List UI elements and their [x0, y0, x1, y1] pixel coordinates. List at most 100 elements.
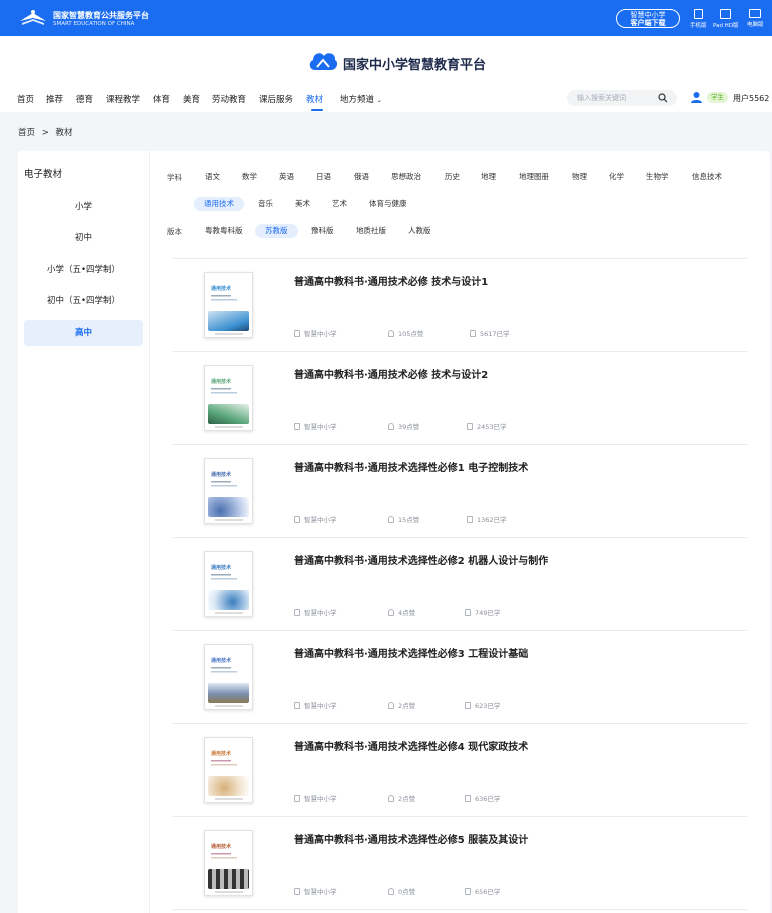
sidebar-item-junior[interactable]: 初中	[24, 225, 143, 251]
book-item[interactable]: 通用技术 普通高中教科书·通用技术选择性必修3 工程设计基础 智慧中小学 2点赞…	[173, 630, 747, 723]
sidebar-item-primary-54[interactable]: 小学（五•四学制）	[24, 257, 143, 283]
book-likes: 15点赞	[388, 514, 419, 524]
book-cover[interactable]: 通用技术	[204, 365, 253, 431]
subject-chip-physics[interactable]: 物理	[562, 170, 597, 184]
edition-chip-dizhishe[interactable]: 地质社版	[346, 224, 396, 238]
edition-chip-yuke[interactable]: 豫科版	[301, 224, 344, 238]
book-title[interactable]: 普通高中教科书·通用技术选择性必修2 机器人设计与制作	[294, 552, 548, 567]
platform-title[interactable]: 国家中小学智慧教育平台	[343, 54, 486, 73]
download-line2: 客户端下载	[630, 19, 666, 27]
book-cover[interactable]: 通用技术	[204, 272, 253, 338]
document-icon	[294, 423, 300, 430]
subject-chip-geography[interactable]: 地理	[471, 170, 506, 184]
device-pc-button[interactable]: 电脑版	[747, 9, 764, 28]
book-likes-text: 0点赞	[398, 888, 416, 896]
document-icon	[294, 330, 300, 337]
book-item[interactable]: 通用技术 普通高中教科书·通用技术必修 技术与设计1 智慧中小学 105点赞 5…	[173, 258, 747, 351]
book-item[interactable]: 通用技术 普通高中教科书·通用技术选择性必修2 机器人设计与制作 智慧中小学 4…	[173, 537, 747, 630]
breadcrumb-separator: >	[41, 128, 49, 138]
book-list: 通用技术 普通高中教科书·通用技术必修 技术与设计1 智慧中小学 105点赞 5…	[173, 258, 747, 909]
book-item[interactable]: 通用技术 普通高中教科书·通用技术必修 技术与设计2 智慧中小学 39点赞 24…	[173, 351, 747, 444]
book-publisher: 智慧中小学	[294, 514, 337, 524]
subject-chip-russian[interactable]: 俄语	[344, 170, 379, 184]
book-item[interactable]: 通用技术 普通高中教科书·通用技术选择性必修4 现代家政技术 智慧中小学 2点赞…	[173, 723, 747, 816]
book-title[interactable]: 普通高中教科书·通用技术选择性必修5 服装及其设计	[294, 831, 528, 846]
platform-header: 国家中小学智慧教育平台	[0, 36, 772, 86]
nav-item-sports[interactable]: 体育	[153, 93, 170, 105]
subject-chip-art[interactable]: 艺术	[322, 197, 357, 211]
cover-image	[208, 683, 249, 703]
subject-chip-history[interactable]: 历史	[435, 170, 470, 184]
book-title[interactable]: 普通高中教科书·通用技术选择性必修1 电子控制技术	[294, 459, 528, 474]
thumbs-up-icon	[388, 702, 394, 709]
nav-item-recommend[interactable]: 推荐	[46, 93, 63, 105]
device-mobile-label: 手机版	[690, 23, 707, 29]
book-cover[interactable]: 通用技术	[204, 737, 253, 803]
cover-footer	[215, 519, 243, 521]
subject-chip-english[interactable]: 英语	[269, 170, 304, 184]
cover-title: 通用技术	[211, 379, 232, 385]
book-likes: 105点赞	[388, 328, 423, 338]
subject-chip-japanese[interactable]: 日语	[306, 170, 341, 184]
cover-image	[208, 311, 249, 331]
book-open-icon	[465, 888, 471, 895]
device-mobile-button[interactable]: 手机版	[690, 9, 707, 29]
document-icon	[294, 702, 300, 709]
subject-chip-math[interactable]: 数学	[232, 170, 267, 184]
device-pad-button[interactable]: Pad HD版	[713, 9, 739, 29]
nav-item-course[interactable]: 课程教学	[106, 93, 140, 105]
cover-image	[208, 404, 249, 424]
sidebar-item-primary[interactable]: 小学	[24, 194, 143, 220]
search-icon[interactable]	[658, 93, 668, 103]
book-item[interactable]: 通用技术 普通高中教科书·通用技术选择性必修5 服装及其设计 智慧中小学 0点赞…	[173, 816, 747, 909]
subject-chip-general-tech[interactable]: 通用技术	[194, 197, 244, 211]
subject-chip-chemistry[interactable]: 化学	[599, 170, 634, 184]
nav-item-moral[interactable]: 德育	[76, 93, 93, 105]
book-publisher: 智慧中小学	[294, 421, 337, 431]
sidebar-item-senior[interactable]: 高中	[24, 320, 143, 346]
subject-chip-it[interactable]: 信息技术	[682, 170, 732, 184]
nav-item-home[interactable]: 首页	[17, 93, 34, 105]
sidebar-item-junior-54[interactable]: 初中（五•四学制）	[24, 288, 143, 314]
subject-chip-biology[interactable]: 生物学	[636, 170, 679, 184]
breadcrumb-home[interactable]: 首页	[18, 128, 35, 138]
book-title[interactable]: 普通高中教科书·通用技术必修 技术与设计2	[294, 366, 488, 381]
sidebar-title: 电子教材	[24, 169, 63, 180]
nav-item-local[interactable]: 地方频道 ⌄	[340, 93, 382, 105]
edition-chip-renjiao[interactable]: 人教版	[398, 224, 441, 238]
cover-title: 通用技术	[211, 286, 232, 292]
nav-item-arts[interactable]: 美育	[183, 93, 200, 105]
book-likes-text: 15点赞	[398, 516, 420, 524]
book-learners: 636已学	[465, 793, 500, 803]
username[interactable]: 用户5562	[733, 93, 769, 104]
edition-chip-yuejiao[interactable]: 粤教粤科版	[195, 224, 253, 238]
book-item[interactable]: 通用技术 普通高中教科书·通用技术选择性必修1 电子控制技术 智慧中小学 15点…	[173, 444, 747, 537]
book-title[interactable]: 普通高中教科书·通用技术选择性必修4 现代家政技术	[294, 738, 528, 753]
user-avatar-icon[interactable]	[690, 91, 703, 104]
subject-chip-chinese[interactable]: 语文	[195, 170, 230, 184]
nav-item-textbook[interactable]: 教材	[306, 93, 323, 105]
book-title[interactable]: 普通高中教科书·通用技术必修 技术与设计1	[294, 273, 488, 288]
cover-text-lines	[211, 760, 237, 766]
cover-footer	[215, 333, 243, 335]
nav-item-afterschool[interactable]: 课后服务	[259, 93, 293, 105]
book-cover[interactable]: 通用技术	[204, 830, 253, 896]
active-tab-indicator	[311, 109, 323, 111]
subject-chip-music[interactable]: 音乐	[248, 197, 283, 211]
client-download-button[interactable]: 智慧中小学 客户端下载	[616, 9, 680, 28]
document-icon	[294, 795, 300, 802]
book-title[interactable]: 普通高中教科书·通用技术选择性必修3 工程设计基础	[294, 645, 528, 660]
book-cover[interactable]: 通用技术	[204, 458, 253, 524]
book-cover[interactable]: 通用技术	[204, 644, 253, 710]
cover-text-lines	[211, 853, 237, 859]
subject-chip-fine-arts[interactable]: 美术	[285, 197, 320, 211]
edition-chip-sujiao[interactable]: 苏教版	[255, 224, 298, 238]
subject-chip-pe[interactable]: 体育与健康	[359, 197, 417, 211]
book-cover[interactable]: 通用技术	[204, 551, 253, 617]
subject-chip-politics[interactable]: 思想政治	[381, 170, 431, 184]
book-learners-text: 636已学	[475, 795, 501, 803]
subject-chip-atlas[interactable]: 地理图册	[509, 170, 559, 184]
cloud-book-logo-icon[interactable]	[307, 48, 339, 74]
smart-education-logo-icon[interactable]	[18, 9, 48, 27]
nav-item-labor[interactable]: 劳动教育	[212, 93, 246, 105]
